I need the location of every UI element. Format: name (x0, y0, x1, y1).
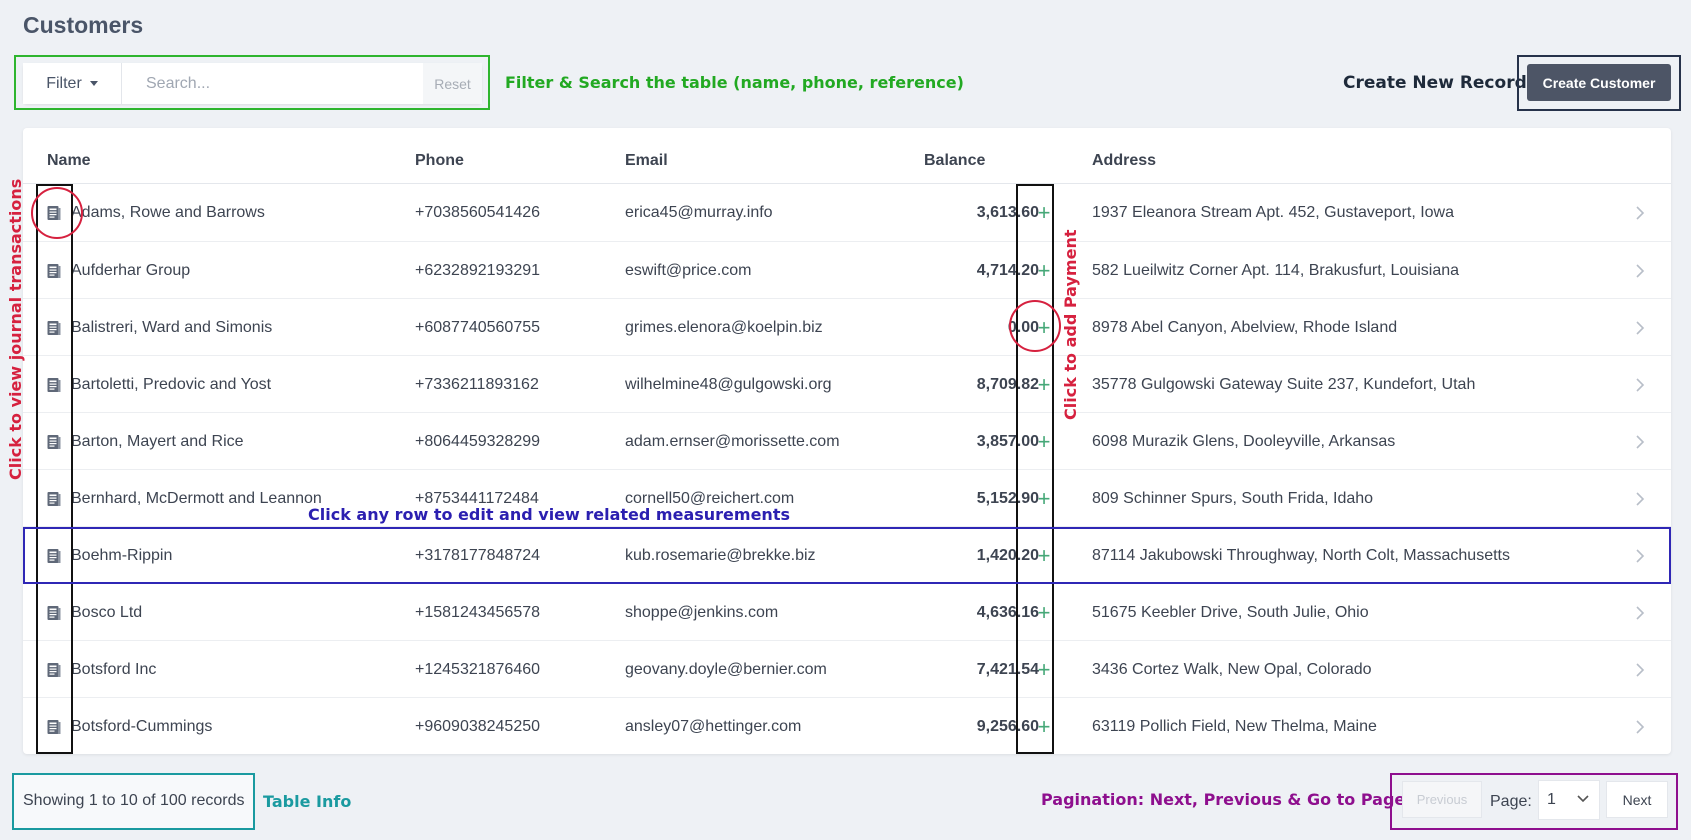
customer-phone: +1581243456578 (415, 603, 541, 621)
customer-address: 51675 Keebler Drive, South Julie, Ohio (1092, 603, 1369, 621)
column-header-address[interactable]: Address (1092, 152, 1156, 170)
customer-phone: +6232892193291 (415, 261, 541, 279)
filter-label: Filter (46, 74, 82, 92)
chevron-down-icon (1577, 795, 1589, 803)
table-row[interactable]: Bernhard, McDermott and Leannon +87534411… (23, 469, 1671, 526)
journal-annotation: Click to view journal transactions (6, 178, 25, 480)
customer-email: wilhelmine48@gulgowski.org (625, 375, 832, 393)
page-select-value: 1 (1547, 791, 1556, 808)
customer-name: Bernhard, McDermott and Leannon (71, 489, 322, 507)
table-row[interactable]: Barton, Mayert and Rice +8064459328299 ada… (23, 412, 1671, 469)
payment-column-highlight (1016, 184, 1054, 754)
customer-name: Aufderhar Group (71, 261, 191, 279)
customer-email: eswift@price.com (625, 261, 752, 279)
customer-address: 35778 Gulgowski Gateway Suite 237, Kunde… (1092, 375, 1476, 393)
chevron-right-icon[interactable] (1631, 184, 1649, 241)
table-row[interactable]: Botsford-Cummings +9609038245250 ansley07@… (23, 697, 1671, 754)
row-edit-highlight (23, 527, 1671, 584)
journal-column-highlight (36, 184, 73, 754)
previous-page-button[interactable]: Previous (1402, 781, 1482, 818)
pagination-annotation: Pagination: Next, Previous & Go to Page (1041, 790, 1406, 809)
payment-icon-highlight (1009, 300, 1061, 352)
customer-address: 6098 Murazik Glens, Dooleyville, Arkansa… (1092, 432, 1396, 450)
customer-name: Barton, Mayert and Rice (71, 432, 244, 450)
customer-phone: +1245321876460 (415, 660, 541, 678)
table-info-annotation: Table Info (263, 792, 352, 811)
chevron-right-icon[interactable] (1631, 641, 1649, 698)
payment-annotation: Click to add Payment (1061, 229, 1080, 420)
customer-name: Botsford Inc (71, 660, 157, 678)
customer-address: 8978 Abel Canyon, Abelview, Rhode Island (1092, 318, 1398, 336)
customer-email: adam.ernser@morissette.com (625, 432, 840, 450)
customer-phone: +7038560541426 (415, 203, 541, 221)
customer-phone: +6087740560755 (415, 318, 541, 336)
filter-dropdown-button[interactable]: Filter (23, 63, 122, 104)
customer-email: shoppe@jenkins.com (625, 603, 779, 621)
chevron-right-icon[interactable] (1631, 584, 1649, 641)
customer-phone: +7336211893162 (415, 375, 539, 393)
reset-button[interactable]: Reset (423, 63, 482, 104)
customer-email: erica45@murray.info (625, 203, 773, 221)
table-info-text: Showing 1 to 10 of 100 records (23, 792, 245, 809)
customer-phone: +9609038245250 (415, 717, 541, 735)
customer-name: Botsford-Cummings (71, 717, 213, 735)
journal-icon-highlight (31, 187, 83, 239)
customer-address: 3436 Cortez Walk, New Opal, Colorado (1092, 660, 1372, 678)
customer-address: 582 Lueilwitz Corner Apt. 114, Brakusfur… (1092, 261, 1460, 279)
table-row[interactable]: Bosco Ltd +1581243456578 shoppe@jenkins.co… (23, 583, 1671, 640)
customer-address: 63119 Pollich Field, New Thelma, Maine (1092, 717, 1377, 735)
chevron-right-icon[interactable] (1631, 242, 1649, 299)
chevron-right-icon[interactable] (1631, 698, 1649, 755)
customer-name: Bartoletti, Predovic and Yost (71, 375, 272, 393)
customer-name: Bosco Ltd (71, 603, 143, 621)
row-edit-annotation: Click any row to edit and view related m… (308, 505, 790, 524)
column-header-name[interactable]: Name (47, 152, 91, 170)
customer-address: 809 Schinner Spurs, South Frida, Idaho (1092, 489, 1374, 507)
table-row[interactable]: Aufderhar Group +6232892193291 eswift@pric… (23, 241, 1671, 298)
create-annotation: Create New Record (1343, 73, 1527, 93)
table-row[interactable]: Adams, Rowe and Barrows +7038560541426 eri… (23, 184, 1671, 241)
table-row[interactable]: Balistreri, Ward and Simonis +60877405607… (23, 298, 1671, 355)
filter-search-bar: Filter Reset (23, 63, 482, 104)
page-label: Page: (1490, 793, 1532, 810)
table-row[interactable]: Botsford Inc +1245321876460 geovany.doyle@… (23, 640, 1671, 697)
customer-name: Balistreri, Ward and Simonis (71, 318, 273, 336)
next-page-button[interactable]: Next (1606, 781, 1668, 818)
column-header-balance[interactable]: Balance (924, 152, 985, 170)
create-customer-button[interactable]: Create Customer (1527, 64, 1671, 101)
chevron-right-icon[interactable] (1631, 299, 1649, 356)
chevron-right-icon[interactable] (1631, 470, 1649, 527)
customer-email: grimes.elenora@koelpin.biz (625, 318, 823, 336)
page-title: Customers (23, 12, 144, 38)
search-input[interactable] (122, 63, 422, 104)
column-header-phone[interactable]: Phone (415, 152, 464, 170)
page-select[interactable]: 1 (1538, 780, 1600, 820)
chevron-right-icon[interactable] (1631, 413, 1649, 470)
customer-phone: +8064459328299 (415, 432, 541, 450)
table-row[interactable]: Bartoletti, Predovic and Yost +7336211893… (23, 355, 1671, 412)
chevron-right-icon[interactable] (1631, 356, 1649, 413)
caret-down-icon (89, 81, 98, 86)
customer-email: ansley07@hettinger.com (625, 717, 802, 735)
column-header-email[interactable]: Email (625, 152, 668, 170)
customer-name: Adams, Rowe and Barrows (71, 203, 265, 221)
filter-annotation: Filter & Search the table (name, phone, … (505, 73, 964, 92)
customer-address: 1937 Eleanora Stream Apt. 452, Gustavepo… (1092, 203, 1454, 221)
customer-email: geovany.doyle@bernier.com (625, 660, 827, 678)
